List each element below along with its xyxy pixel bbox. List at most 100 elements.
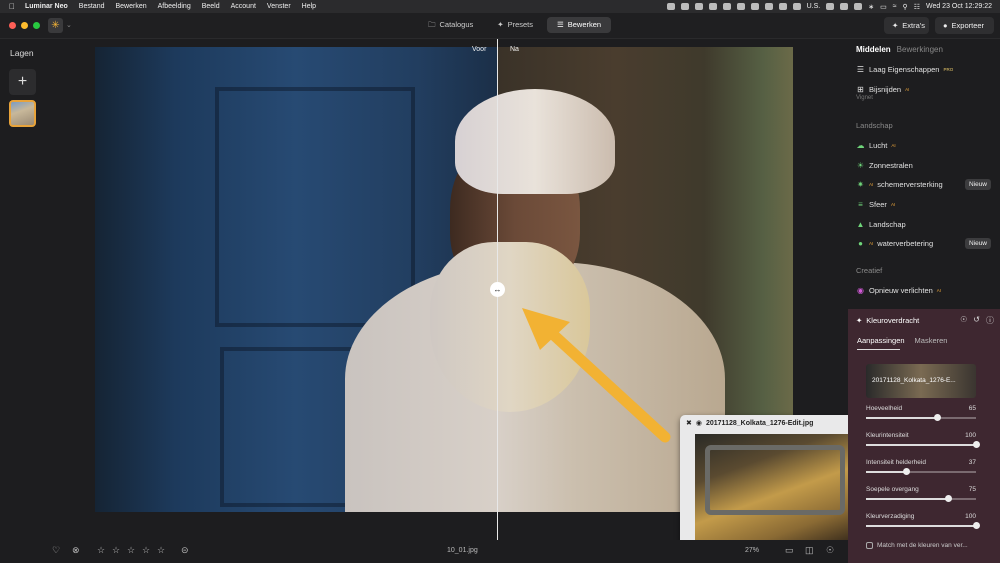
slider-label: Kleurverzadiging — [866, 513, 915, 520]
slider-label: Hoeveelheid — [866, 405, 903, 412]
new-badge: Nieuw — [964, 179, 991, 190]
star-rating-icon[interactable]: ☆ — [112, 545, 120, 556]
tool-schemerversterking[interactable]: ✷ AI schemerversterking — [856, 180, 943, 189]
tool-sfeer[interactable]: ≡ Sfeer AI — [856, 200, 895, 209]
tool-vignet-partial[interactable]: Vignet — [856, 95, 873, 101]
crop-icon: ⊞ — [857, 85, 864, 94]
tool-opnieuw-verlichten[interactable]: ◉ Opnieuw verlichten AI — [856, 286, 941, 295]
star-rating-icon[interactable]: ☆ — [157, 545, 165, 556]
current-filename: 10_01.jpg — [447, 547, 478, 554]
color-transfer-header[interactable]: ✦ Kleuroverdracht — [856, 316, 919, 325]
close-icon[interactable]: ✖ — [686, 419, 692, 427]
tool-label: Bijsnijden — [869, 85, 902, 94]
reference-car-window — [705, 445, 845, 515]
color-transfer-tabs: Aanpassingen Maskeren — [857, 336, 947, 345]
undo-icon[interactable]: ↺ — [973, 315, 980, 326]
slider-label: Kleurintensiteit — [866, 432, 909, 439]
tool-label: Laag Eigenschappen — [869, 65, 940, 74]
ai-badge: AI — [890, 202, 896, 207]
ai-badge: AI — [869, 182, 874, 187]
slider-value: 65 — [968, 405, 976, 412]
tools-tabs: Middelen Bewerkingen — [856, 45, 943, 54]
active-tab-underline — [857, 349, 900, 350]
tool-lucht[interactable]: ☁ Lucht AI — [856, 141, 896, 150]
ai-badge: AI — [891, 143, 896, 148]
slider-fill — [866, 417, 938, 419]
layers-icon: ☰ — [856, 65, 865, 74]
popup-header: ✖ ◉ 20171128_Kolkata_1276-Edit.jpg — [686, 419, 814, 428]
tool-label: Vignet — [856, 95, 873, 101]
reference-thumbnail[interactable]: 20171128_Kolkata_1276-E... — [866, 364, 976, 398]
tool-landschap[interactable]: ▲ Landschap — [856, 220, 906, 229]
slider-fill — [866, 444, 976, 446]
relight-icon: ◉ — [857, 286, 864, 295]
star-rating-icon[interactable]: ☆ — [97, 545, 105, 556]
tool-label: schemerversterking — [877, 180, 943, 189]
reject-icon[interactable]: ⊗ — [72, 545, 80, 556]
slider-label: Soepele overgang — [866, 486, 919, 493]
color-transfer-panel: ✦ Kleuroverdracht ☉ ↺ ⓘ Aanpassingen Mas… — [848, 309, 1000, 563]
tool-label: Lucht — [869, 141, 888, 150]
tab-aanpassingen[interactable]: Aanpassingen — [857, 336, 905, 345]
tool-waterverbetering[interactable]: ● AI waterverbetering — [856, 239, 933, 248]
tool-bijsnijden[interactable]: ⊞ Bijsnijden AI — [856, 85, 909, 94]
slider-value: 100 — [965, 432, 976, 439]
pro-badge: PRO — [943, 67, 954, 72]
slider-label: Intensiteit helderheid — [866, 459, 926, 466]
slider-knob[interactable] — [903, 468, 911, 475]
slider-value: 100 — [965, 513, 976, 520]
tab-bewerkingen[interactable]: Bewerkingen — [897, 45, 943, 54]
star-rating-icon[interactable]: ☆ — [127, 545, 135, 556]
tool-label: Opnieuw verlichten — [869, 286, 933, 295]
section-landschap: Landschap — [856, 121, 893, 130]
match-colors-option[interactable]: Match met de kleuren van ver... — [866, 542, 968, 549]
slider-value: 75 — [968, 486, 976, 493]
preview-eye-icon[interactable]: ☉ — [826, 545, 834, 556]
slider-value: 37 — [968, 459, 976, 466]
color-transfer-title: Kleuroverdracht — [866, 316, 920, 325]
twilight-icon: ✷ — [857, 180, 864, 189]
slider-fill — [866, 525, 976, 527]
bottom-bar: ♡ ⊗ ☆ ☆ ☆ ☆ ☆ ⊝ 10_01.jpg 27% ▭ ◫ ☉ — [0, 540, 848, 563]
water-drop-icon: ● — [858, 239, 863, 248]
sunrays-icon: ☀ — [856, 161, 865, 170]
info-icon: ◉ — [695, 420, 702, 427]
slider-knob[interactable] — [934, 414, 941, 421]
display-icon[interactable]: ▭ — [785, 545, 794, 556]
tool-label: Landschap — [869, 220, 906, 229]
more-options-icon[interactable]: ⊝ — [181, 545, 189, 556]
compare-view-icon[interactable]: ◫ — [805, 545, 814, 556]
wand-icon: ✦ — [856, 316, 863, 325]
slider-knob[interactable] — [972, 441, 980, 448]
match-checkbox[interactable] — [866, 542, 873, 549]
ai-badge: AI — [905, 87, 910, 92]
info-icon[interactable]: ⓘ — [986, 315, 994, 326]
panel-actions: ☉ ↺ ⓘ — [960, 315, 994, 326]
tool-label: waterverbetering — [877, 239, 934, 248]
slider-fill — [866, 471, 907, 473]
tool-zonnestralen[interactable]: ☀ Zonnestralen — [856, 161, 913, 170]
match-label: Match met de kleuren van ver... — [877, 542, 968, 549]
arrow-shaft — [539, 321, 671, 443]
tab-maskeren[interactable]: Maskeren — [915, 336, 948, 345]
atmosphere-icon: ≡ — [858, 200, 863, 209]
slider-knob[interactable] — [945, 495, 952, 502]
ai-badge: AI — [936, 288, 942, 293]
slider-knob[interactable] — [972, 522, 980, 529]
visibility-eye-icon[interactable]: ☉ — [960, 315, 967, 326]
tab-middelen[interactable]: Middelen — [856, 45, 891, 54]
slider-fill — [866, 498, 949, 500]
tool-laag-eigenschappen[interactable]: ☰ Laag Eigenschappen PRO — [856, 65, 953, 74]
ai-badge: AI — [869, 241, 874, 246]
section-creatief: Creatief — [856, 266, 883, 275]
tool-label: Zonnestralen — [869, 161, 913, 170]
zoom-level[interactable]: 27% — [745, 547, 759, 554]
popup-filename: 20171128_Kolkata_1276-Edit.jpg — [705, 419, 814, 427]
reference-image-popup: ✖ ◉ 20171128_Kolkata_1276-Edit.jpg ⇧ ↻ — [680, 415, 870, 545]
new-badge: Nieuw — [964, 238, 991, 249]
tool-label: Sfeer — [869, 200, 887, 209]
landscape-icon: ▲ — [856, 220, 865, 229]
star-rating-icon[interactable]: ☆ — [142, 545, 150, 556]
cloud-icon: ☁ — [856, 141, 865, 150]
favorite-heart-icon[interactable]: ♡ — [52, 545, 60, 556]
